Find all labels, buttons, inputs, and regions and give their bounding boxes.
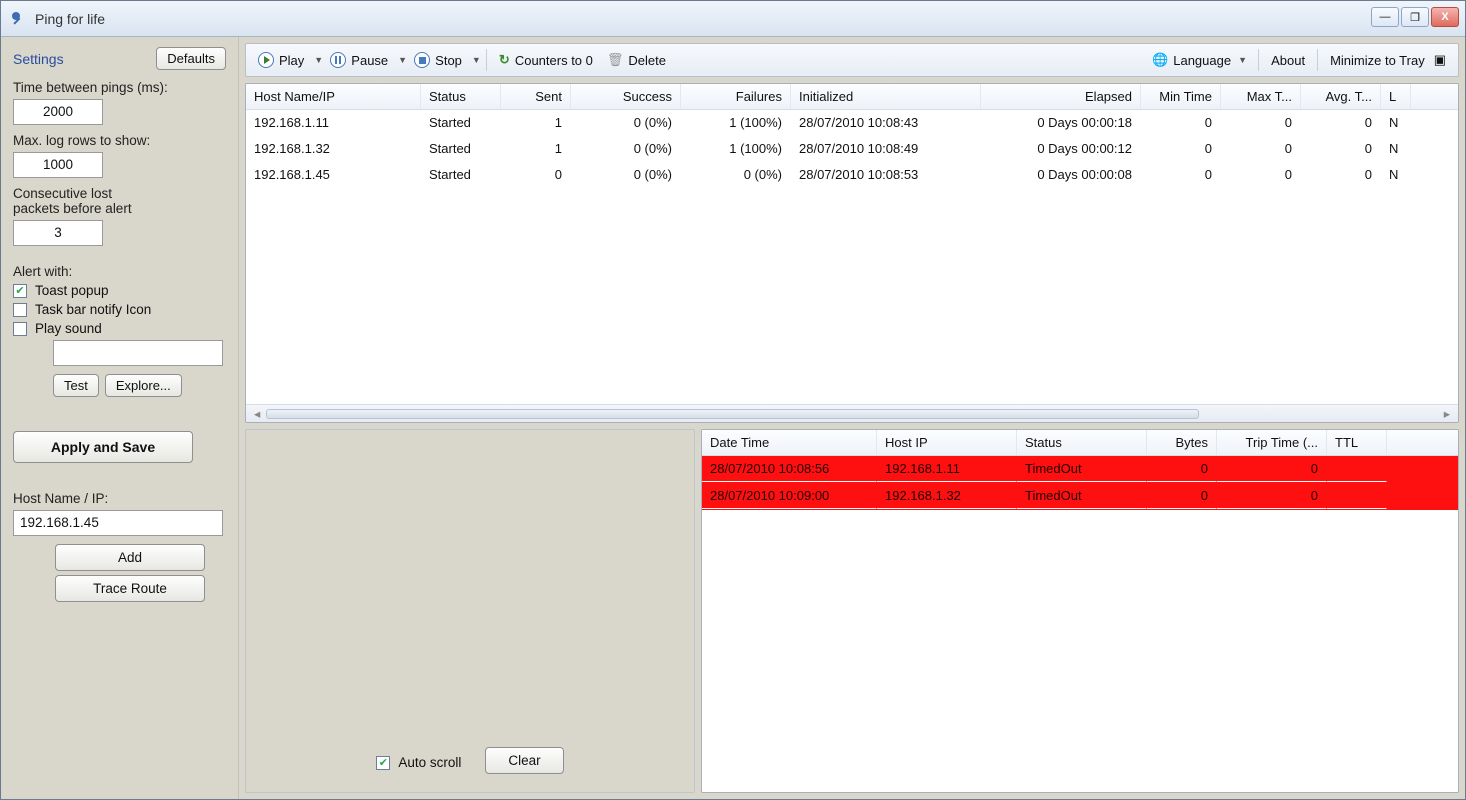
checkbox-icon: ✔ [376,756,390,770]
apply-save-button[interactable]: Apply and Save [13,431,193,463]
titlebar[interactable]: Ping for life — ❐ X [1,1,1465,37]
table-row[interactable]: 28/07/2010 10:08:56192.168.1.11TimedOut0… [702,456,1458,483]
trace-route-button[interactable]: Trace Route [55,575,205,602]
host-ip-input[interactable]: 192.168.1.45 [13,510,223,536]
consecutive-lost-label-2: packets before alert [13,201,226,216]
max-log-rows-label: Max. log rows to show: [13,133,226,148]
delete-button[interactable]: 🗑 Delete [601,49,672,71]
col-datetime[interactable]: Date Time [702,430,877,455]
minimize-tray-button[interactable]: Minimize to Tray ▣ [1324,49,1452,71]
play-button[interactable]: Play [252,49,310,71]
defaults-button[interactable]: Defaults [156,47,226,70]
col-ttl[interactable]: TTL [1327,430,1387,455]
horizontal-scrollbar[interactable]: ◂ ▸ [246,404,1458,422]
host-grid: Host Name/IP Status Sent Success Failure… [245,83,1459,423]
checkbox-icon: ✔ [13,284,27,298]
clear-log-button[interactable]: Clear [485,747,563,774]
toolbar: Play ▼ Pause ▼ Stop ▼ ↻ Counters to 0 [245,43,1459,77]
scrollbar-thumb[interactable] [266,409,1199,419]
pause-button[interactable]: Pause [324,49,394,71]
toast-popup-check[interactable]: ✔ Toast popup [13,283,226,298]
consecutive-lost-label-1: Consecutive lost [13,186,226,201]
app-window: Ping for life — ❐ X Settings Defaults Ti… [0,0,1466,800]
alert-with-label: Alert with: [13,264,226,279]
close-window-button[interactable]: X [1431,7,1459,27]
pause-dropdown[interactable]: ▼ [396,55,406,65]
col-hostip[interactable]: Host IP [877,430,1017,455]
play-dropdown[interactable]: ▼ [312,55,322,65]
checkbox-icon [13,322,27,336]
pause-icon [330,52,346,68]
time-between-pings-input[interactable]: 2000 [13,99,103,125]
table-row[interactable]: 192.168.1.11Started10 (0%)1 (100%)28/07/… [246,110,1458,136]
maximize-window-button[interactable]: ❐ [1401,7,1429,27]
log-grid: Date Time Host IP Status Bytes Trip Time… [701,429,1459,793]
table-row[interactable]: 192.168.1.32Started10 (0%)1 (100%)28/07/… [246,136,1458,162]
col-status[interactable]: Status [1017,430,1147,455]
play-icon [258,52,274,68]
host-ip-label: Host Name / IP: [13,491,226,506]
col-success[interactable]: Success [571,84,681,109]
col-hostname[interactable]: Host Name/IP [246,84,421,109]
globe-icon: 🌐 [1152,52,1168,68]
settings-heading: Settings [13,51,64,67]
host-grid-header: Host Name/IP Status Sent Success Failure… [246,84,1458,110]
col-elapsed[interactable]: Elapsed [981,84,1141,109]
counters-button[interactable]: ↻ Counters to 0 [493,49,599,71]
sound-path-input[interactable] [53,340,223,366]
refresh-icon: ↻ [499,52,510,68]
stop-dropdown[interactable]: ▼ [470,55,480,65]
chevron-down-icon: ▼ [1236,55,1246,65]
stop-icon [414,52,430,68]
stop-button[interactable]: Stop [408,49,468,71]
play-sound-check[interactable]: Play sound [13,321,226,336]
table-row[interactable]: 28/07/2010 10:09:00192.168.1.32TimedOut0… [702,483,1458,510]
col-avgtime[interactable]: Avg. T... [1301,84,1381,109]
app-title: Ping for life [35,11,105,27]
checkbox-icon [13,303,27,317]
settings-sidebar: Settings Defaults Time between pings (ms… [1,37,239,799]
log-grid-body[interactable]: 28/07/2010 10:08:56192.168.1.11TimedOut0… [702,456,1458,792]
taskbar-notify-check[interactable]: Task bar notify Icon [13,302,226,317]
col-triptime[interactable]: Trip Time (... [1217,430,1327,455]
col-sent[interactable]: Sent [501,84,571,109]
main-area: Play ▼ Pause ▼ Stop ▼ ↻ Counters to 0 [239,37,1465,799]
col-maxtime[interactable]: Max T... [1221,84,1301,109]
col-failures[interactable]: Failures [681,84,791,109]
max-log-rows-input[interactable]: 1000 [13,152,103,178]
col-status[interactable]: Status [421,84,501,109]
trash-icon: 🗑 [607,52,624,68]
language-button[interactable]: 🌐 Language ▼ [1146,49,1252,71]
auto-scroll-check[interactable]: ✔ Auto scroll [376,755,461,770]
col-mintime[interactable]: Min Time [1141,84,1221,109]
consecutive-lost-input[interactable]: 3 [13,220,103,246]
table-row[interactable]: 192.168.1.45Started00 (0%)0 (0%)28/07/20… [246,162,1458,188]
app-icon [11,11,27,27]
log-controls-panel: ✔ Auto scroll Clear [245,429,695,793]
minimize-window-button[interactable]: — [1371,7,1399,27]
time-between-pings-label: Time between pings (ms): [13,80,226,95]
explore-sound-button[interactable]: Explore... [105,374,182,397]
add-host-button[interactable]: Add [55,544,205,571]
about-button[interactable]: About [1265,50,1311,71]
col-initialized[interactable]: Initialized [791,84,981,109]
col-bytes[interactable]: Bytes [1147,430,1217,455]
log-grid-header: Date Time Host IP Status Bytes Trip Time… [702,430,1458,456]
col-l[interactable]: L [1381,84,1411,109]
host-grid-body[interactable]: 192.168.1.11Started10 (0%)1 (100%)28/07/… [246,110,1458,404]
tray-icon: ▣ [1434,52,1446,68]
test-sound-button[interactable]: Test [53,374,99,397]
